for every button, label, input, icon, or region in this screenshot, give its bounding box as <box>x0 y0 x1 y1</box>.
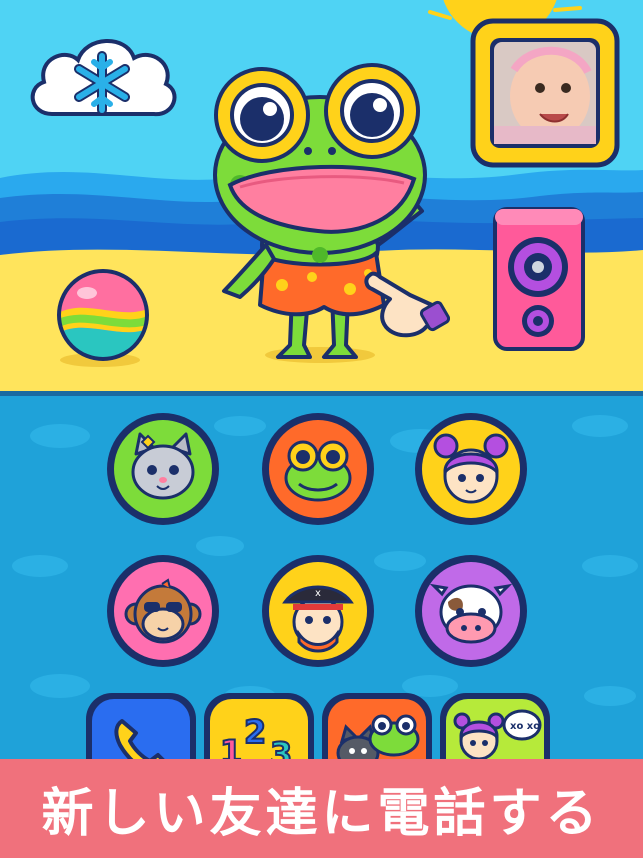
contact-frog[interactable] <box>262 413 374 525</box>
contact-monkey[interactable] <box>107 555 219 667</box>
speaker-button[interactable] <box>490 205 590 355</box>
contact-girl[interactable] <box>415 413 527 525</box>
girl-icon <box>433 433 509 504</box>
title-banner: 新しい友達に電話する <box>0 759 643 858</box>
photo-button[interactable] <box>470 18 620 168</box>
tap-hand-icon <box>360 265 450 345</box>
pirate-icon: x <box>282 585 354 653</box>
contact-cat[interactable] <box>107 413 219 525</box>
xoxo-badge: xo xo <box>510 721 540 732</box>
contact-pirate[interactable]: x <box>262 555 374 667</box>
svg-text:x: x <box>315 588 321 599</box>
monkey-icon <box>124 578 202 644</box>
frog-icon <box>284 440 352 502</box>
svg-text:2: 2 <box>244 713 266 751</box>
beach-ball[interactable] <box>55 265 155 365</box>
play-scene <box>0 0 643 396</box>
cow-icon <box>429 583 513 644</box>
cat-icon <box>131 432 195 500</box>
baby-photo <box>494 42 596 144</box>
snowflake-button[interactable] <box>22 26 182 126</box>
contact-cow[interactable] <box>415 555 527 667</box>
banner-text: 新しい友達に電話する <box>41 784 602 844</box>
speaker-icon <box>493 207 585 351</box>
